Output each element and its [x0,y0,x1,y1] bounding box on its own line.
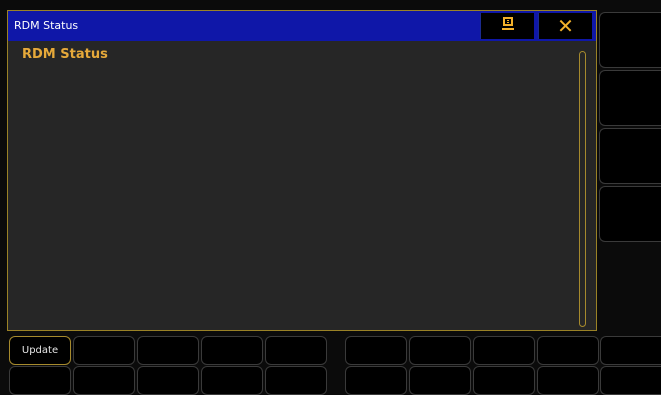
rdm-status-window: RDM Status ✕ RDM Status [7,10,597,331]
side-button-2[interactable] [599,70,661,126]
bottom-button-r1-2[interactable] [73,336,135,365]
help-button[interactable] [480,13,534,39]
bottom-button-r1-5[interactable] [265,336,327,365]
bottom-button-r1-8[interactable] [473,336,535,365]
side-button-1[interactable] [599,12,661,68]
side-button-3[interactable] [599,128,661,184]
close-icon: ✕ [557,14,574,38]
bottom-button-r1-3[interactable] [137,336,199,365]
close-button[interactable]: ✕ [538,13,592,39]
bottom-button-r1-6[interactable] [345,336,407,365]
side-button-4[interactable] [599,186,661,242]
title-bar[interactable]: RDM Status ✕ [8,11,596,41]
bottom-button-r1-7[interactable] [409,336,471,365]
help-icon [501,16,515,36]
bottom-button-r1-4[interactable] [201,336,263,365]
update-button[interactable]: Update [9,336,71,365]
vertical-scrollbar[interactable] [579,51,586,327]
window-title: RDM Status [14,19,79,32]
bottom-button-r1-9[interactable] [537,336,599,365]
bottom-button-r1-10[interactable] [600,336,661,365]
content-title: RDM Status [22,47,108,62]
